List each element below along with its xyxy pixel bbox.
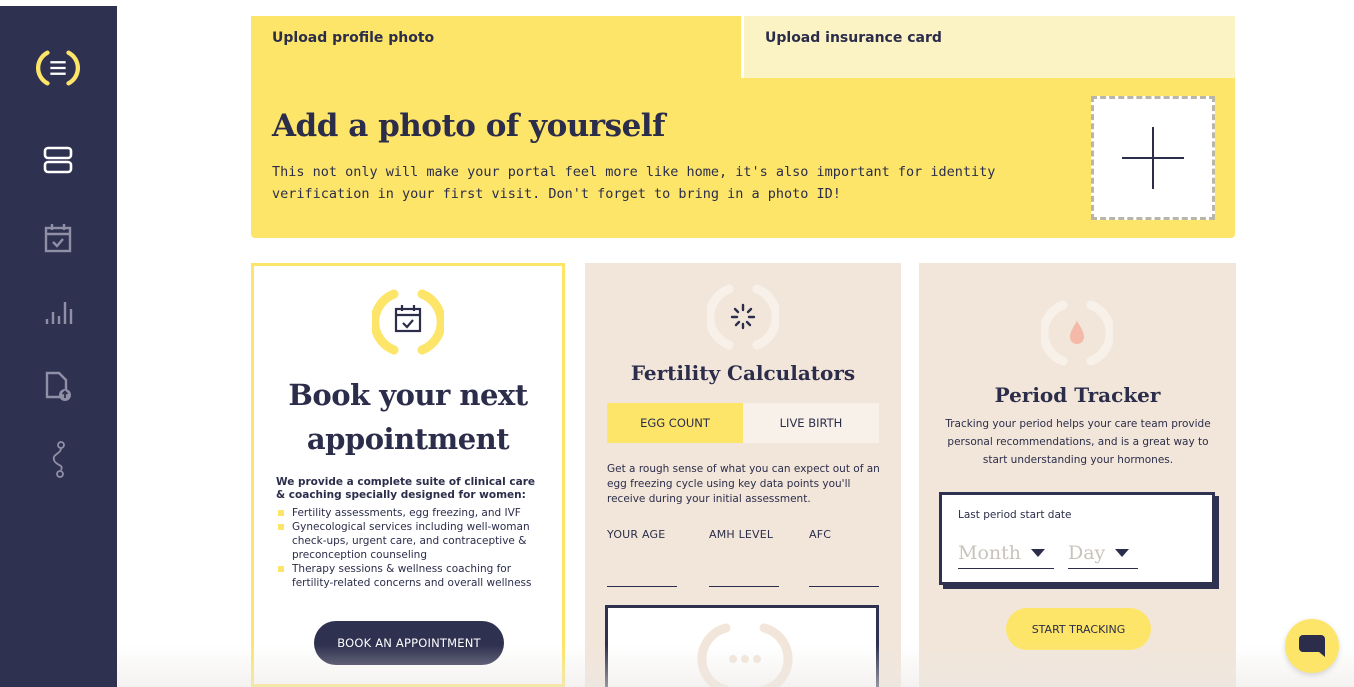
logo-icon[interactable] xyxy=(36,46,80,90)
book-lead: We provide a complete suite of clinical … xyxy=(276,476,536,501)
book-appointment-button[interactable]: BOOK AN APPOINTMENT xyxy=(314,621,504,665)
loading-badge-icon xyxy=(707,281,779,353)
app-root: Upload profile photo Upload insurance ca… xyxy=(0,0,1354,687)
photo-upload-dropzone[interactable] xyxy=(1091,96,1215,220)
chat-button[interactable] xyxy=(1285,619,1339,673)
fertility-title: Fertility Calculators xyxy=(630,361,856,385)
period-title: Period Tracker xyxy=(994,383,1161,407)
list-item: Therapy sessions & wellness coaching for… xyxy=(276,562,548,590)
calculator-toggle: EGG COUNT LIVE BIRTH xyxy=(607,403,879,443)
day-placeholder: Day xyxy=(1068,541,1106,564)
chat-bubble-icon xyxy=(1299,635,1325,657)
chevron-down-icon xyxy=(1115,548,1130,557)
month-select[interactable]: Month xyxy=(958,537,1054,569)
list-item: Gynecological services including well-wo… xyxy=(276,520,548,562)
tab-upload-profile-photo[interactable]: Upload profile photo xyxy=(251,16,741,78)
period-description: Tracking your period helps your care tea… xyxy=(945,418,1211,466)
afc-input[interactable] xyxy=(809,571,879,587)
document-upload-icon[interactable] xyxy=(36,364,80,408)
dashboard-icon[interactable] xyxy=(36,138,80,182)
photo-upload-banner: Add a photo of yourself This not only wi… xyxy=(251,78,1235,238)
book-title: Book your next appointment xyxy=(254,373,562,461)
amh-input[interactable] xyxy=(709,571,779,587)
banner-title: Add a photo of yourself xyxy=(272,108,665,144)
book-title-line1: Book your next xyxy=(288,378,528,412)
amh-label: AMH LEVEL xyxy=(709,528,774,541)
fertility-description: Get a rough sense of what you can expect… xyxy=(607,463,880,505)
upload-tabs: Upload profile photo Upload insurance ca… xyxy=(251,16,1235,78)
sidebar xyxy=(0,6,117,687)
period-tracker-card: Period Tracker Tracking your period help… xyxy=(919,263,1236,687)
date-label: Last period start date xyxy=(958,509,1072,521)
list-item: Fertility assessments, egg freezing, and… xyxy=(276,506,548,520)
month-placeholder: Month xyxy=(958,541,1022,564)
chevron-down-icon xyxy=(1031,548,1046,557)
fertility-calculators-card: Fertility Calculators EGG COUNT LIVE BIR… xyxy=(585,263,901,687)
calendar-badge-icon xyxy=(372,286,444,358)
day-select[interactable]: Day xyxy=(1068,537,1138,569)
age-field: YOUR AGE xyxy=(607,528,677,587)
calculator-result-box xyxy=(605,605,879,687)
period-date-box: Last period start date Month Day xyxy=(939,492,1215,585)
afc-label: AFC xyxy=(809,528,832,541)
toggle-live-birth[interactable]: LIVE BIRTH xyxy=(743,403,879,443)
book-title-line2: appointment xyxy=(306,422,510,456)
banner-text: This not only will make your portal feel… xyxy=(272,164,996,202)
ellipsis-badge-icon xyxy=(697,623,793,687)
chart-icon[interactable] xyxy=(36,290,80,334)
toggle-egg-count[interactable]: EGG COUNT xyxy=(607,403,743,443)
calendar-icon[interactable] xyxy=(36,216,80,260)
drop-badge-icon xyxy=(1041,297,1113,369)
book-appointment-card: Book your next appointment We provide a … xyxy=(251,263,565,687)
tab-upload-insurance-card[interactable]: Upload insurance card xyxy=(741,16,1235,78)
start-tracking-button[interactable]: START TRACKING xyxy=(1006,608,1151,650)
plus-icon xyxy=(1122,127,1184,189)
services-list: Fertility assessments, egg freezing, and… xyxy=(276,506,548,590)
age-label: YOUR AGE xyxy=(607,528,666,541)
age-input[interactable] xyxy=(607,571,677,587)
journey-icon[interactable] xyxy=(36,438,80,482)
amh-field: AMH LEVEL xyxy=(709,528,779,587)
afc-field: AFC xyxy=(809,528,879,587)
